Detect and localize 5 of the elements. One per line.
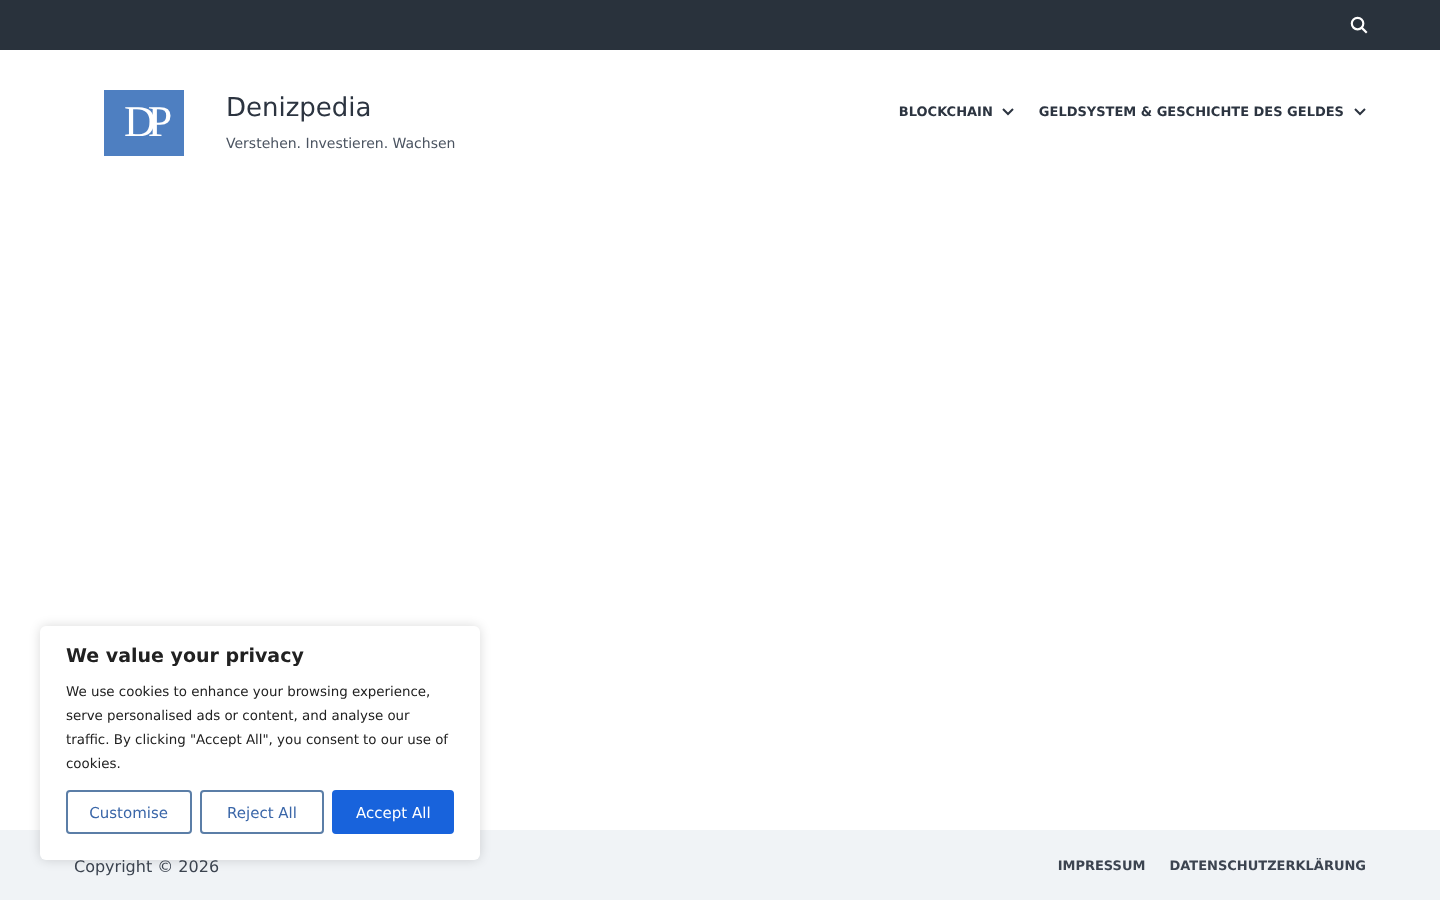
cookie-title: We value your privacy — [66, 646, 306, 668]
search-icon[interactable] — [1350, 16, 1368, 34]
copyright-text: Copyright © 2026 — [74, 858, 220, 876]
site-logo[interactable]: DP — [104, 89, 184, 155]
site-title[interactable]: Denizpedia — [226, 93, 456, 123]
